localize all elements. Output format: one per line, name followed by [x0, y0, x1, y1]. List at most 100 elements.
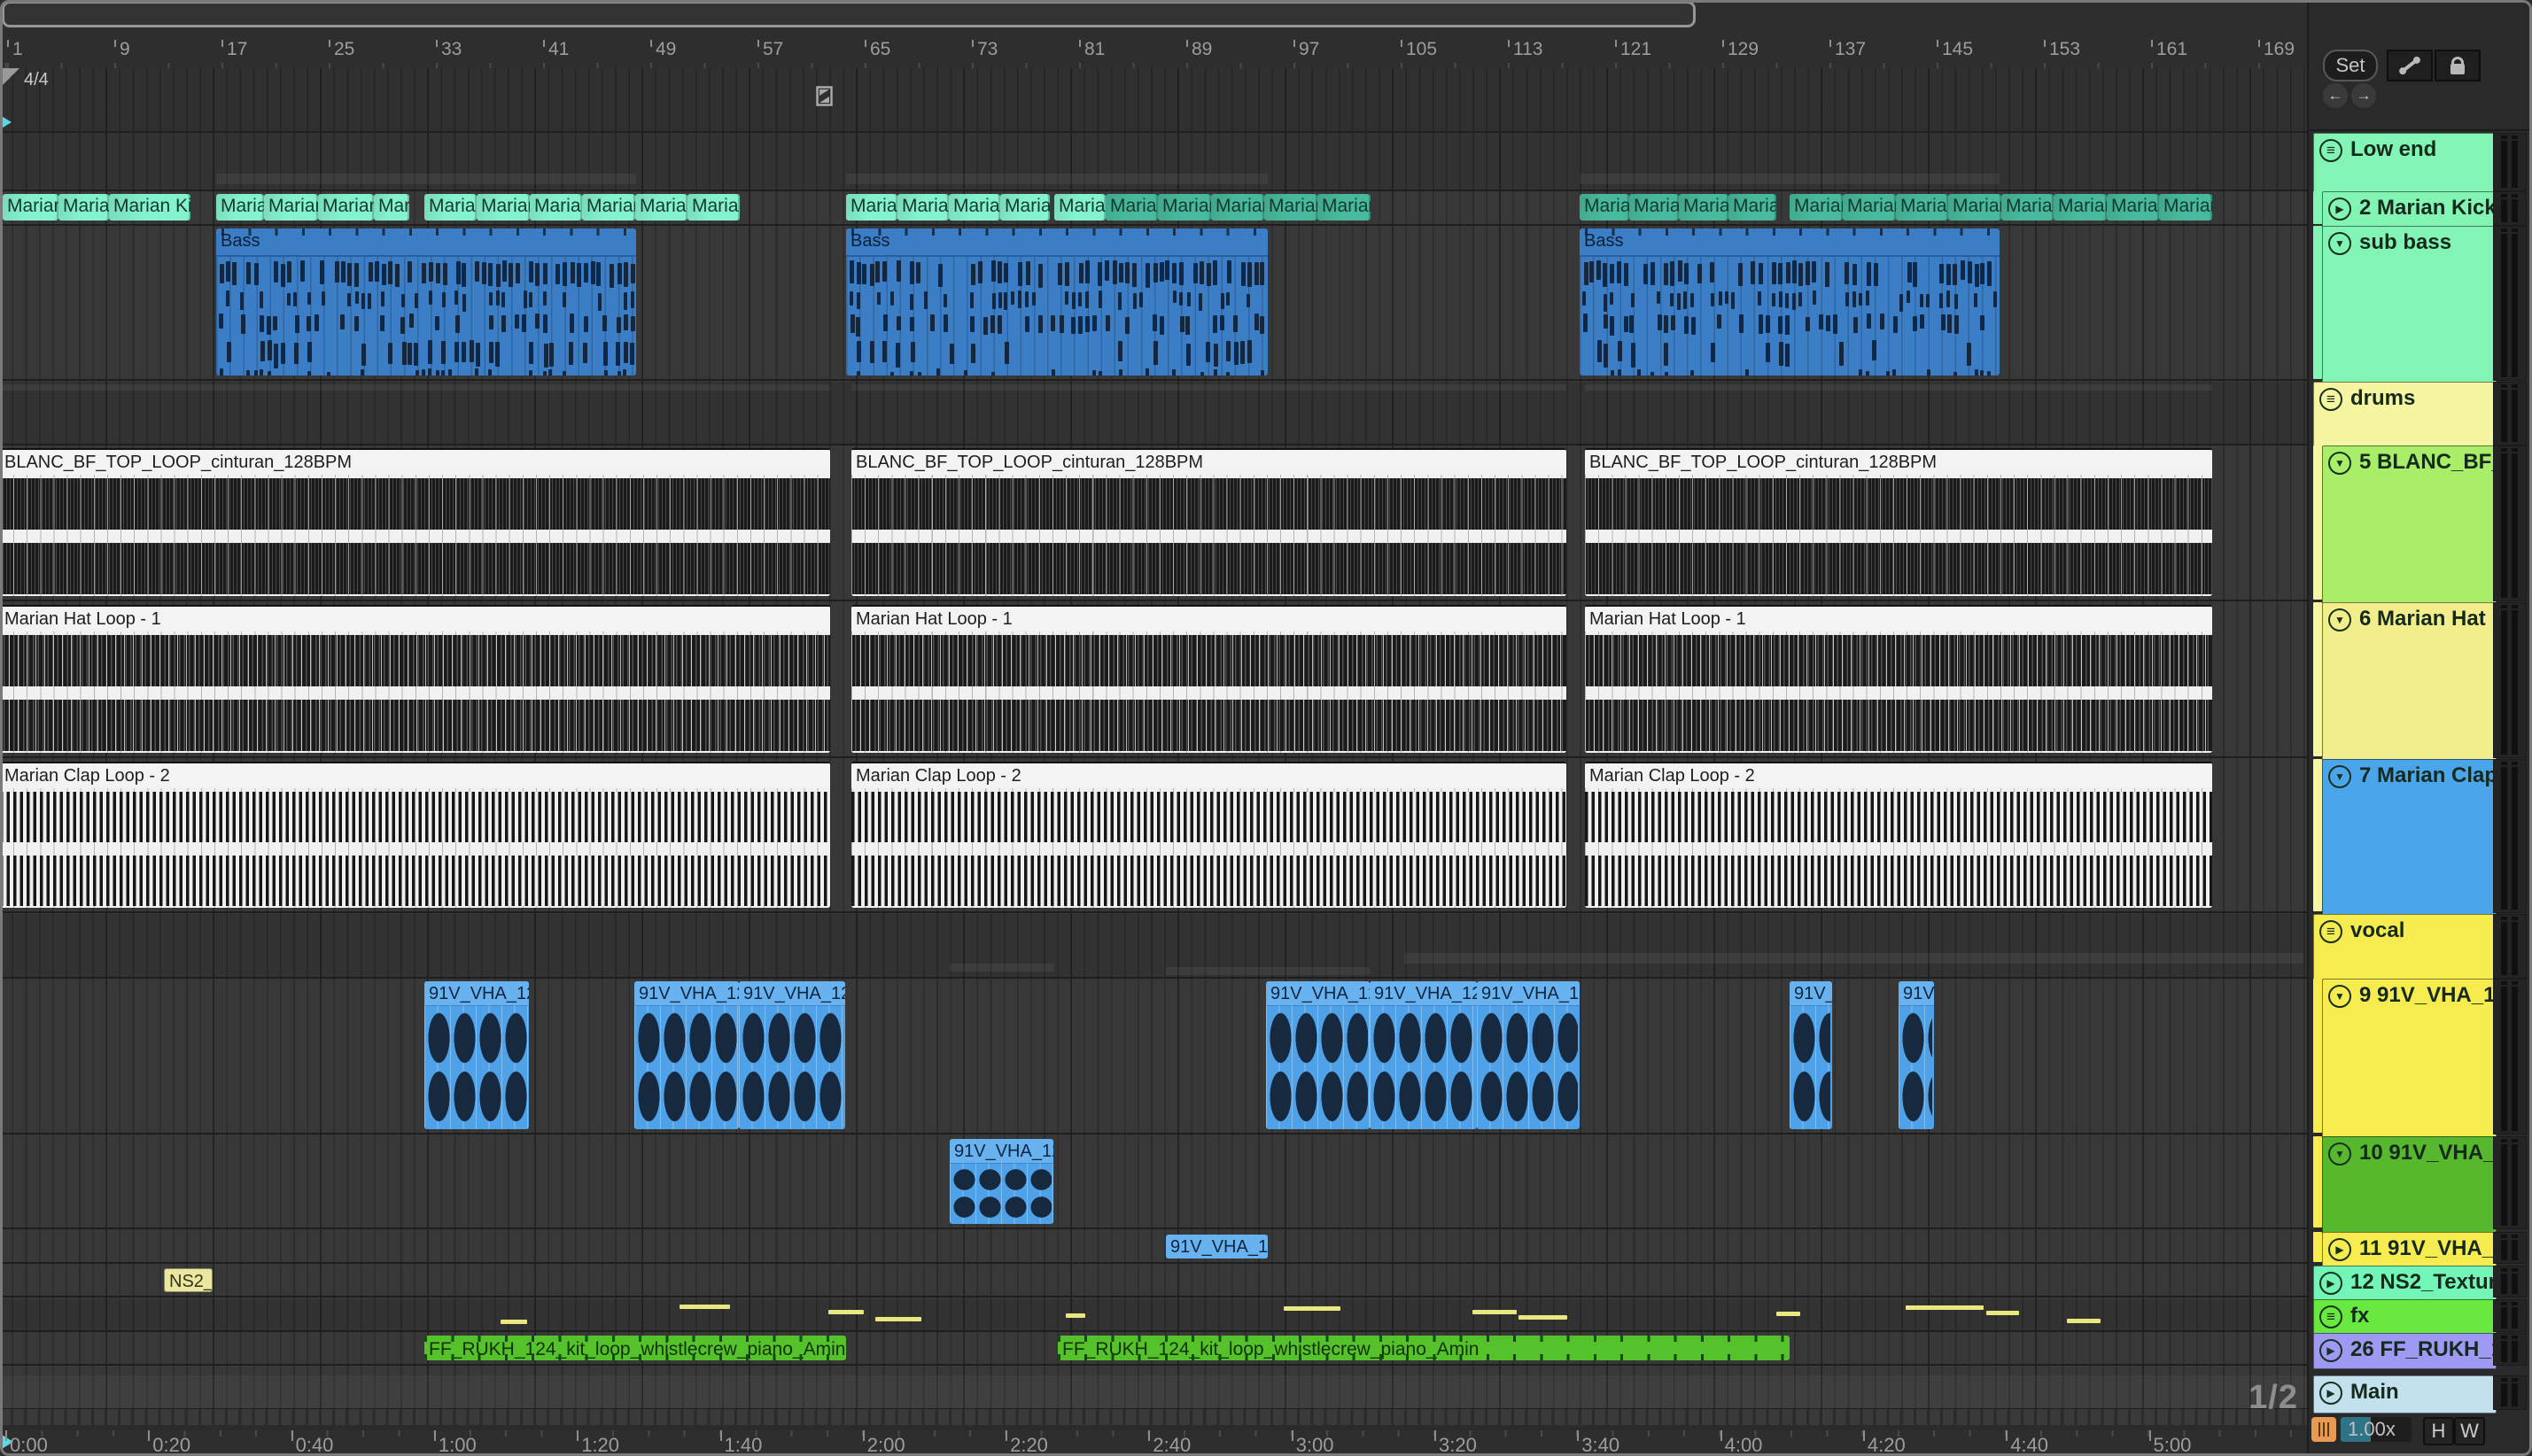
- time-ruler[interactable]: 0:00 0:20 0:40 1:00 1:20 1:40 2:00 2:20 2:40 3:00…: [0, 1430, 2307, 1456]
- track-name[interactable]: sub bass: [2359, 230, 2451, 255]
- arrangement-overview[interactable]: [0, 0, 2532, 29]
- clip-marian-kick[interactable]: Marian Kick: [530, 194, 582, 221]
- track-header-26-ff-rukh-1[interactable]: ▶ 26 FF_RUKH_1: [2313, 1333, 2497, 1369]
- track-name[interactable]: 9 91V_VHA_12: [2359, 983, 2494, 1008]
- track-header-5-blanc-bf-t[interactable]: ▼ 5 BLANC_BF_T: [2322, 445, 2497, 605]
- clip-marian-kick[interactable]: Marian Kick: [1948, 194, 2001, 221]
- track-header-10-91v-vha-1[interactable]: ▼ 10 91V_VHA_1: [2322, 1136, 2497, 1233]
- clip-marian-kick[interactable]: Marian Kick: [3, 194, 58, 221]
- track-name[interactable]: Low end: [2350, 137, 2436, 162]
- track-header-low-end[interactable]: ≡ Low end: [2313, 133, 2497, 195]
- clip-marian-kick[interactable]: Marian Kick: [1679, 194, 1728, 221]
- clip-marian-kick[interactable]: Marian Kick: [1896, 194, 1948, 221]
- clip-marian-kick[interactable]: Marian Kick: [1211, 194, 1264, 221]
- clip-marian-clap-loop-2[interactable]: Marian Clap Loop - 2: [1585, 762, 2212, 908]
- clip-marian-kick[interactable]: Marian Kick: [1054, 194, 1106, 221]
- clip-marian-kick[interactable]: Marian Kick: [1264, 194, 1317, 221]
- track-name[interactable]: 12 NS2_Textur: [2350, 1270, 2494, 1295]
- clip-marian-kick[interactable]: Marian Kick: [109, 194, 190, 221]
- back-button[interactable]: ←: [2323, 83, 2348, 108]
- clip-91v-vha-12[interactable]: 91V_VHA_12: [1899, 981, 1934, 1129]
- playback-speed-field[interactable]: 1.00x: [2341, 1417, 2412, 1442]
- track-name[interactable]: 5 BLANC_BF_T: [2359, 450, 2494, 475]
- clip-marian-kick[interactable]: Marian Kick: [949, 194, 1000, 221]
- clip-ff-rukh-124-kit-loop-whistlecrew-piano-amin[interactable]: FF_RUKH_124_kit_loop_whistlecrew_piano_A…: [1058, 1336, 1790, 1360]
- clip-marian-kick[interactable]: Marian Kick: [1790, 194, 1843, 221]
- clip-91v-vha-12[interactable]: 91V_VHA_12: [950, 1139, 1053, 1224]
- locator-strip[interactable]: 4/4: [0, 68, 2307, 133]
- clip-marian-kick[interactable]: Marian Kick: [846, 194, 897, 221]
- draw-mode-button[interactable]: [2387, 50, 2433, 81]
- track-header-sub-bass[interactable]: ▼ sub bass: [2322, 226, 2497, 384]
- unfold-track-icon[interactable]: ▼: [2328, 452, 2351, 475]
- clip-marian-kick[interactable]: Marian Kick: [1000, 194, 1050, 221]
- zoom-width-button[interactable]: W: [2454, 1417, 2485, 1445]
- clip-marian-kick[interactable]: Marian Kick: [687, 194, 740, 221]
- overview-view-box[interactable]: [2, 1, 1696, 27]
- play-track-icon[interactable]: ▶: [2319, 1382, 2342, 1405]
- unfold-track-icon[interactable]: ▼: [2328, 1142, 2351, 1166]
- playhead-marker[interactable]: [0, 115, 12, 129]
- bar-ruler[interactable]: 1 9 17 25 33 41 49 57 65 73 81 89 97 105 113 121 129 137 1…: [0, 29, 2307, 68]
- clip-marian-kick[interactable]: Marian Kick: [1106, 194, 1158, 221]
- track-name[interactable]: 26 FF_RUKH_1: [2350, 1337, 2494, 1362]
- track-header-2-marian-kick[interactable]: ▶ 2 Marian Kick: [2322, 191, 2497, 229]
- clip-91v-vha-12[interactable]: 91V_VHA_12: [1370, 981, 1477, 1129]
- punch-loop-marker-icon[interactable]: [816, 86, 833, 106]
- clip-marian-kick[interactable]: Marian Kick: [374, 194, 409, 221]
- forward-button[interactable]: →: [2351, 83, 2376, 108]
- clip-marian-kick[interactable]: Marian Kick: [1158, 194, 1211, 221]
- group-track-icon[interactable]: ≡: [2319, 139, 2342, 162]
- scroll-strip[interactable]: [0, 1409, 2307, 1432]
- track-name[interactable]: Main: [2350, 1380, 2399, 1405]
- clip-marian-kick[interactable]: Marian Kick: [897, 194, 949, 221]
- play-track-icon[interactable]: ▶: [2319, 1339, 2342, 1362]
- clip-91v-vha-12[interactable]: 91V_VHA_12: [424, 981, 529, 1129]
- track-name[interactable]: 10 91V_VHA_1: [2359, 1141, 2494, 1166]
- play-track-icon[interactable]: ▶: [2319, 1272, 2342, 1295]
- clip-marian-clap-loop-2[interactable]: Marian Clap Loop - 2: [0, 762, 830, 908]
- track-header-11-91v-vha-1[interactable]: ▶ 11 91V_VHA_1: [2322, 1232, 2497, 1267]
- clip-marian-clap-loop-2[interactable]: Marian Clap Loop - 2: [851, 762, 1566, 908]
- clip-marian-kick[interactable]: Marian Kick: [635, 194, 687, 221]
- lock-envelopes-button[interactable]: [2435, 50, 2481, 81]
- unfold-track-icon[interactable]: ▼: [2328, 985, 2351, 1008]
- track-header-6-marian-hat-l[interactable]: ▼ 6 Marian Hat L: [2322, 602, 2497, 762]
- clip-marian-kick[interactable]: Marian Kick: [582, 194, 635, 221]
- clip-ff-rukh-124-kit-loop-whistlecrew-piano-amin[interactable]: FF_RUKH_124_kit_loop_whistlecrew_piano_A…: [424, 1336, 846, 1360]
- unfold-track-icon[interactable]: ▼: [2328, 608, 2351, 631]
- clip-marian-kick[interactable]: Marian Kick: [1580, 194, 1629, 221]
- unfold-track-icon[interactable]: ▼: [2328, 232, 2351, 255]
- clip-marian-kick[interactable]: Marian Kick: [1629, 194, 1679, 221]
- track-name[interactable]: 11 91V_VHA_1: [2359, 1236, 2494, 1261]
- lane-10-91v-vha-1[interactable]: [0, 1136, 2307, 1229]
- clip-marian-kick[interactable]: Marian Kick: [477, 194, 530, 221]
- clip-marian-kick[interactable]: Marian Kick: [2001, 194, 2054, 221]
- clip-marian-kick[interactable]: Marian Kick: [2107, 194, 2159, 221]
- clip-blanc-bf-top-loop-cinturan-128bpm[interactable]: BLANC_BF_TOP_LOOP_cinturan_128BPM: [851, 448, 1566, 596]
- group-track-icon[interactable]: ≡: [2319, 388, 2342, 411]
- clip-marian-kick[interactable]: Marian Kick: [1317, 194, 1371, 221]
- lane-vocal[interactable]: [0, 914, 2307, 979]
- lane-main[interactable]: [0, 1375, 2307, 1410]
- unfold-track-icon[interactable]: ▼: [2328, 765, 2351, 788]
- clip-bass[interactable]: Bass: [1580, 228, 2000, 376]
- clip-91v-vha-12[interactable]: 91V_VHA_12: [739, 981, 845, 1129]
- track-name[interactable]: drums: [2350, 386, 2415, 411]
- clip-ns2-textur[interactable]: NS2_Textur: [164, 1268, 213, 1292]
- play-track-icon[interactable]: ▶: [2328, 1238, 2351, 1261]
- group-track-icon[interactable]: ≡: [2319, 1305, 2342, 1328]
- clip-91v-vha-12[interactable]: 91V_VHA_12: [634, 981, 739, 1129]
- clip-91v-vha-12[interactable]: 91V_VHA_12: [1477, 981, 1580, 1129]
- clip-91v-vha-12[interactable]: 91V_VHA_12: [1790, 981, 1832, 1129]
- track-header-main[interactable]: ▶ Main: [2313, 1375, 2497, 1413]
- song-start-marker[interactable]: [0, 68, 19, 88]
- clip-marian-kick[interactable]: Marian Kick: [216, 194, 264, 221]
- track-header-fx[interactable]: ≡ fx: [2313, 1299, 2497, 1336]
- track-header-drums[interactable]: ≡ drums: [2313, 382, 2497, 449]
- set-button[interactable]: Set: [2323, 50, 2378, 81]
- track-header-9-91v-vha-12[interactable]: ▼ 9 91V_VHA_12: [2322, 979, 2497, 1138]
- clip-marian-kick[interactable]: Marian Kick: [424, 194, 477, 221]
- play-track-icon[interactable]: ▶: [2328, 197, 2351, 221]
- clip-marian-kick[interactable]: Marian Kick: [2054, 194, 2107, 221]
